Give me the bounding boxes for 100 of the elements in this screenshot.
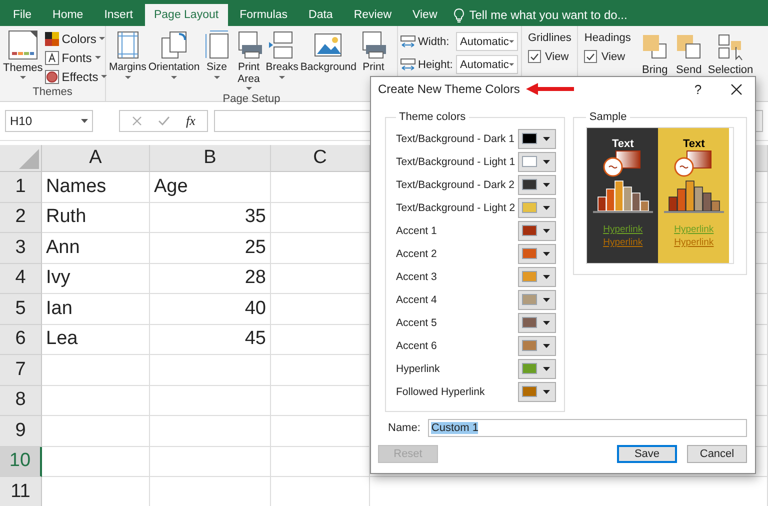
color-picker-button[interactable] [518,312,556,332]
dialog-button[interactable]: Save [617,445,677,463]
group-legend: Sample [586,111,630,123]
sample-hyperlink: Hyperlink [674,224,714,235]
group-legend: Theme colors [396,111,469,123]
cancel-icon[interactable] [132,116,142,126]
ribbon-tab[interactable]: Data [300,4,342,26]
caret-icon [99,37,106,41]
table-cell: 28 [150,264,271,294]
dialog-title: Create New Theme Colors [378,82,520,96]
name-field[interactable]: Custom 1 [428,419,747,437]
row-header[interactable]: 6 [0,324,42,355]
row-header[interactable]: 8 [0,386,42,416]
caret-icon [543,182,550,186]
color-picker-button[interactable] [518,128,556,148]
sample-text: Text [612,138,634,150]
ribbon-small-button[interactable]: Colors [44,30,108,48]
column-header[interactable]: B [150,145,271,172]
color-picker-button[interactable] [518,382,556,402]
color-picker-button[interactable] [518,266,556,286]
row-header[interactable]: 10 [0,446,42,477]
ribbon-tab[interactable]: Formulas [230,4,297,26]
caret-icon [543,390,550,394]
color-picker-button[interactable] [518,336,556,356]
row-header[interactable]: 11 [0,477,42,506]
caret-icon [81,119,88,123]
caret-icon [543,344,550,348]
checkmark-icon [585,51,596,62]
color-label: Accent 2 [396,248,437,260]
ribbon-small-button[interactable]: Fonts [44,49,108,67]
ribbon-small-button[interactable]: Effects [44,68,108,86]
table-cell: Age [150,172,271,202]
view-checkbox[interactable]: View [528,50,572,63]
row-header[interactable]: 9 [0,416,42,446]
caret-icon [543,320,550,324]
dropdown-field[interactable]: Automatic [456,32,518,51]
row-header[interactable]: 2 [0,202,42,233]
row-header[interactable]: 5 [0,294,42,324]
ribbon-button[interactable]: Margins [108,28,148,94]
caret-icon [543,252,550,256]
table-cell: Ian [42,294,150,324]
color-label: Hyperlink [396,362,440,374]
ribbon-tab[interactable]: Page Layout [144,4,228,26]
insert-function-button[interactable]: fx [186,113,196,129]
ribbon-button[interactable]: Background [299,28,358,94]
ribbon-tab[interactable]: Home [44,4,92,26]
color-picker-button[interactable] [518,244,556,264]
name-box[interactable]: H10 [5,110,93,132]
field-label: Height: [418,58,454,70]
caret-icon [543,228,550,232]
group-heading: Headings [584,32,631,44]
color-label: Accent 5 [396,316,437,328]
dropdown-field[interactable]: Automatic [456,55,518,74]
circle-icon [44,70,59,84]
caret-icon [543,298,550,302]
caret-icon [246,87,252,92]
dialog-button[interactable]: Cancel [687,445,747,463]
themes-button[interactable]: Themes [2,28,44,86]
caret-icon [171,76,178,80]
close-icon [730,84,742,94]
color-label: Text/Background - Dark 1 [396,132,514,144]
sample-followed-hyperlink: Hyperlink [674,237,714,248]
color-label: Text/Background - Light 2 [396,202,516,214]
row-header[interactable]: 1 [0,172,42,202]
caret-icon [543,206,550,210]
table-cell: 45 [150,324,271,355]
row-header[interactable]: 4 [0,264,42,294]
table-cell: Ann [42,233,150,264]
color-picker-button[interactable] [518,174,556,194]
row-header[interactable]: 7 [0,355,42,386]
column-header[interactable]: A [42,145,150,172]
caret-icon [543,136,550,140]
view-checkbox[interactable]: View [584,50,631,63]
ribbon-tab[interactable]: Insert [95,4,142,26]
check-icon[interactable] [158,116,170,126]
color-picker-button[interactable] [518,152,556,172]
field-label: Width: [418,36,450,48]
width-icon [400,34,416,48]
ribbon-button[interactable]: Orientation [147,28,201,94]
color-picker-button[interactable] [518,198,556,218]
ribbon-tab[interactable]: File [4,4,41,26]
height-icon [400,58,416,72]
column-header[interactable]: C [271,145,370,172]
ribbon-tab[interactable]: View [404,4,446,26]
ribbon-tab[interactable]: Review [344,4,401,26]
group-label: Page Setup [222,93,282,108]
caret-icon [543,160,550,164]
color-picker-button[interactable] [518,358,556,378]
sample-hyperlink: Hyperlink [603,224,643,235]
caret-icon [101,75,108,79]
tell-me-field[interactable]: Tell me what you want to do... [469,8,670,22]
ribbon-button[interactable]: Breaks [264,28,300,94]
ribbon-button[interactable]: Print Area [232,28,265,94]
color-picker-button[interactable] [518,290,556,310]
table-cell: 25 [150,233,271,264]
table-cell: Lea [42,324,150,355]
color-picker-button[interactable] [518,220,556,240]
row-header[interactable]: 3 [0,233,42,264]
color-label: Text/Background - Light 1 [396,156,516,168]
ribbon-button[interactable]: Size [200,28,233,94]
